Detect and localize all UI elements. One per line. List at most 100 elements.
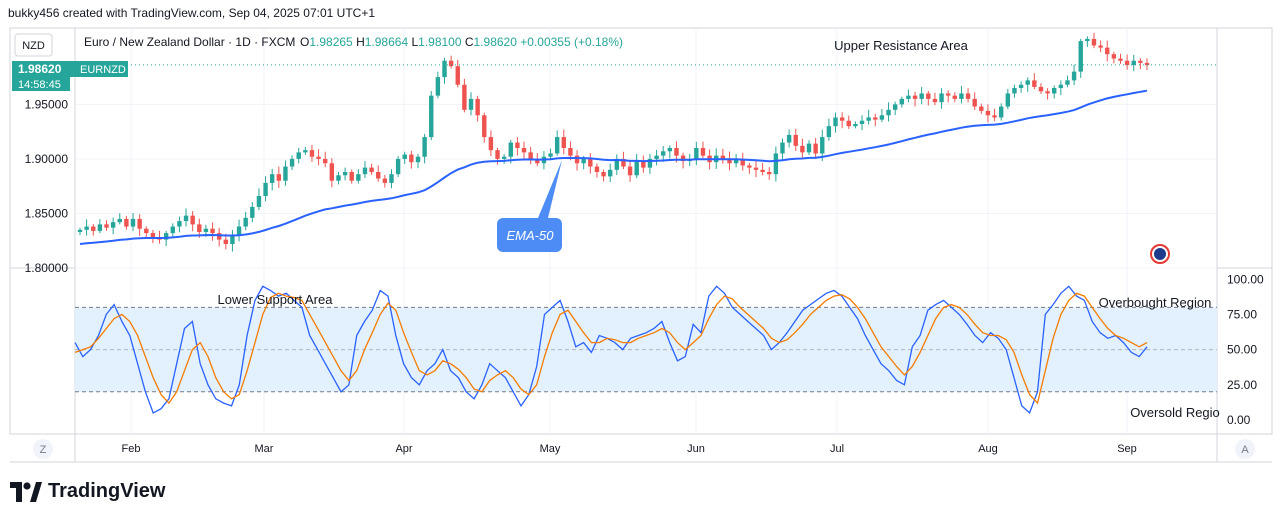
price-tick-label: 1.90000 [25,152,69,166]
candle-body [455,66,460,85]
candle-body [866,117,871,121]
candle-body [574,155,580,164]
candle-body [1065,80,1070,85]
candle-body [77,229,83,232]
candle-body [601,172,606,177]
candle-body [952,95,958,99]
auto-zoom-label: Z [40,444,47,456]
candle-body [806,143,812,153]
instrument-legend: Euro / New Zealand Dollar · 1D · FXCM [84,35,295,49]
candle-body [515,142,520,148]
candle-body [309,150,315,157]
candle-body [906,95,911,99]
x-tick-label: Apr [395,443,412,455]
candle-body [250,206,255,218]
candle-body [1018,84,1024,88]
ohlc-part: 1.98100 [418,35,462,49]
candle-body [767,172,772,175]
candle-body [965,93,971,99]
candle-body [1005,93,1011,107]
x-tick-label: Aug [978,443,998,455]
x-tick-label: Mar [255,443,274,455]
stoch-tick-label: 50.00 [1227,343,1257,357]
candle-body [468,98,474,110]
candle-body [197,224,202,232]
tradingview-logo[interactable]: TradingView [10,480,165,503]
candle-body [932,98,938,103]
stoch-tick-label: 75.00 [1227,307,1257,321]
candle-body [104,224,109,228]
candle-body [91,226,96,231]
candle-body [349,172,354,181]
candle-body [263,182,268,196]
currency-label: NZD [22,40,45,52]
candle-body [1012,88,1017,94]
candle-body [859,120,865,124]
ohlc-values: O1.98265 H1.98664 L1.98100 C1.98620 +0.0… [300,35,623,49]
candle-body [276,174,282,181]
candle-body [1118,58,1123,61]
candle-body [382,178,388,183]
candle-body [1091,38,1097,46]
candle-body [488,137,494,151]
x-tick-label: Jul [830,443,844,455]
candle-body [362,167,368,175]
candle-body [422,137,427,157]
candle-body [588,158,593,167]
candle-body [462,84,467,110]
ohlc-part: L [408,35,418,49]
candle-body [409,154,414,163]
ohlc-part: C [462,35,474,49]
candle-body [992,115,997,118]
candle-body [826,126,832,138]
ohlc-part: +0.00355 (+0.18%) [517,35,623,49]
candle-body [919,93,924,99]
candle-body [667,148,673,152]
candle-body [482,115,487,138]
candle-body [369,167,374,172]
auto-scale-label: A [1241,444,1249,456]
candle-body [402,154,407,159]
candle-body [435,77,441,96]
candle-body [873,117,878,120]
candle-body [760,169,765,172]
candle-body [137,218,142,229]
candle-body [594,166,600,172]
price-badge-symbol: EURNZD [80,64,126,76]
candle-body [210,228,215,234]
tradingview-wordmark: TradingView [48,480,166,502]
candle-body [1085,38,1090,42]
candle-body [243,217,248,227]
candle-body [998,106,1004,118]
candle-body [256,196,262,207]
candle-body [747,165,752,168]
candle-body [495,150,500,159]
candle-body [177,221,182,227]
candle-body [674,148,679,156]
candle-body [415,156,421,163]
candle-body [395,158,401,175]
candle-body [892,104,898,110]
chart-credit: bukky456 created with TradingView.com, S… [8,6,376,20]
candle-body [607,169,613,177]
candle-body [661,151,666,156]
candle-body [429,95,434,138]
candle-body [912,95,918,99]
candle-body [1071,71,1077,81]
candle-body [820,137,825,154]
candle-body [124,218,129,227]
candle-body [1138,60,1143,63]
candle-body [654,155,659,159]
candle-body [475,98,480,116]
upper-resistance-annotation: Upper Resistance Area [834,38,968,53]
candle-body [926,93,931,99]
candle-body [230,235,235,244]
candle-body [289,158,295,167]
candle-body [985,110,991,116]
candle-body [959,93,964,99]
candle-body [216,233,222,240]
oversold-annotation: Oversold Regio [1130,405,1220,420]
candle-body [581,158,586,164]
candle-body [554,137,560,154]
candle-body [303,150,308,153]
